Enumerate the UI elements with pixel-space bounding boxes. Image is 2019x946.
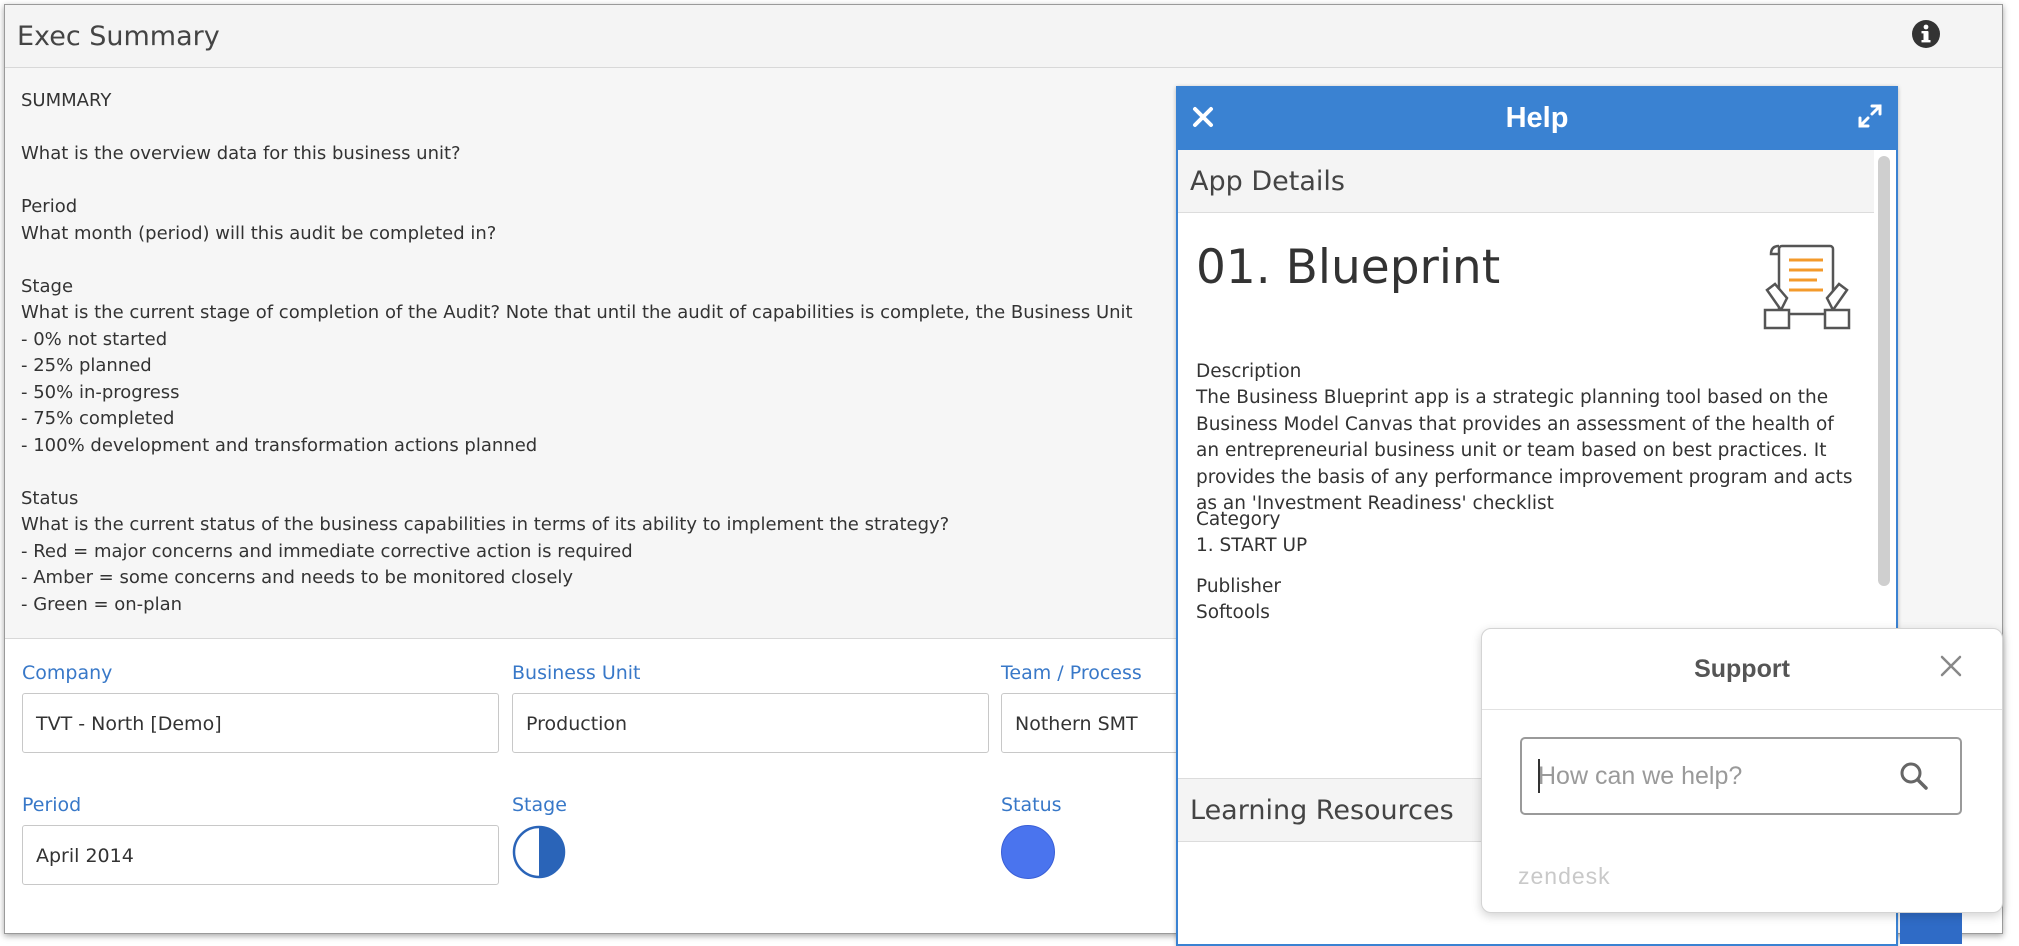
text-cursor bbox=[1538, 759, 1540, 793]
blueprint-document-icon bbox=[1763, 244, 1851, 330]
team-process-field[interactable]: Nothern SMT bbox=[1001, 693, 1201, 753]
period-field[interactable]: April 2014 bbox=[22, 825, 499, 885]
stage-progress-icon[interactable] bbox=[512, 825, 566, 879]
help-title: Help bbox=[1505, 102, 1569, 134]
publisher-label: Publisher bbox=[1196, 576, 1281, 597]
app-name: 01. Blueprint bbox=[1196, 240, 1501, 295]
support-title: Support bbox=[1694, 655, 1790, 683]
expand-icon[interactable] bbox=[1856, 102, 1884, 130]
learning-resources-title: Learning Resources bbox=[1190, 795, 1454, 826]
description-label: Description bbox=[1196, 361, 1302, 382]
company-field[interactable]: TVT - North [Demo] bbox=[22, 693, 499, 753]
company-label: Company bbox=[22, 662, 113, 684]
support-search-input[interactable] bbox=[1538, 739, 1898, 813]
support-widget: Support zendesk bbox=[1481, 628, 2003, 913]
team-process-label: Team / Process bbox=[1001, 662, 1142, 684]
app-details-header: App Details bbox=[1178, 150, 1874, 213]
app-details-title: App Details bbox=[1190, 166, 1345, 197]
help-header: Help bbox=[1178, 88, 1896, 150]
category-value: 1. START UP bbox=[1196, 535, 1308, 556]
app-header: Exec Summary bbox=[5, 5, 2002, 68]
summary-text: SUMMARY What is the overview data for th… bbox=[21, 90, 1133, 615]
close-icon[interactable] bbox=[1938, 653, 1964, 679]
period-label: Period bbox=[22, 794, 82, 816]
search-icon[interactable] bbox=[1898, 760, 1930, 792]
status-indicator[interactable] bbox=[1001, 825, 1055, 879]
support-header: Support bbox=[1482, 629, 2002, 710]
info-icon[interactable] bbox=[1910, 18, 1942, 50]
support-search-box bbox=[1520, 737, 1962, 815]
category-label: Category bbox=[1196, 509, 1281, 530]
status-label: Status bbox=[1001, 794, 1062, 816]
publisher-value: Softools bbox=[1196, 602, 1270, 623]
business-unit-label: Business Unit bbox=[512, 662, 641, 684]
help-scrollbar[interactable] bbox=[1878, 156, 1890, 586]
zendesk-logo: zendesk bbox=[1518, 863, 1611, 889]
page-title: Exec Summary bbox=[17, 21, 220, 52]
stage-label: Stage bbox=[512, 794, 567, 816]
description-text: The Business Blueprint app is a strategi… bbox=[1196, 387, 1853, 514]
business-unit-field[interactable]: Production bbox=[512, 693, 989, 753]
